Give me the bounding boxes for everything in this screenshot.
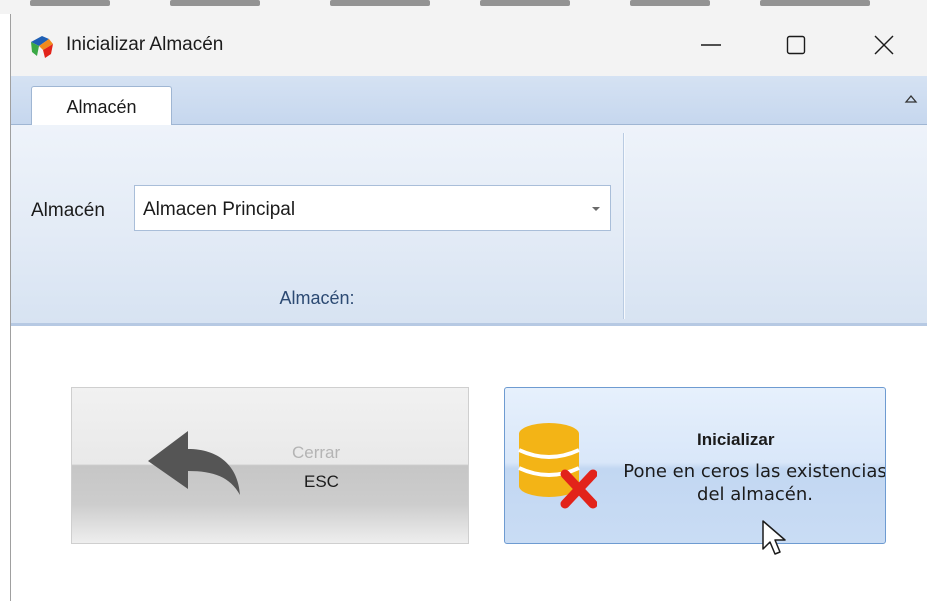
cerrar-shortcut: ESC xyxy=(304,472,339,491)
mouse-cursor-icon xyxy=(762,520,786,555)
window-title: Inicializar Almacén xyxy=(66,34,224,55)
tab-almacen[interactable]: Almacén xyxy=(31,86,172,125)
background-text xyxy=(480,0,570,6)
app-logo-icon xyxy=(29,34,55,60)
maximize-icon xyxy=(786,35,806,55)
almacen-field-label: Almacén xyxy=(31,200,105,221)
minimize-icon xyxy=(701,44,721,46)
title-bar[interactable]: Inicializar Almacén xyxy=(11,14,927,76)
minimize-button[interactable] xyxy=(671,14,751,76)
collapse-ribbon-icon[interactable] xyxy=(904,93,918,105)
inicializar-button[interactable]: Inicializar Pone en ceros las existencia… xyxy=(504,387,886,544)
dialog-window: Inicializar Almacén Almacén Almacén Alma… xyxy=(10,14,927,601)
background-text xyxy=(30,0,110,6)
background-text xyxy=(630,0,710,6)
ribbon-group-label: Almacén: xyxy=(279,288,355,308)
ribbon-panel: Almacén Almacen Principal Almacén: xyxy=(11,125,927,326)
almacen-combobox-value: Almacen Principal xyxy=(143,199,296,220)
cerrar-button[interactable]: Cerrar ESC xyxy=(71,387,469,544)
almacen-combobox[interactable]: Almacen Principal xyxy=(134,185,611,231)
inicializar-description: Pone en ceros las existencias del almacé… xyxy=(623,461,886,505)
cerrar-label: Cerrar xyxy=(292,443,341,462)
database-delete-icon xyxy=(518,423,597,509)
background-text xyxy=(760,0,870,6)
back-arrow-icon xyxy=(148,431,240,495)
ribbon-group-separator xyxy=(623,133,624,319)
ribbon-tab-bar: Almacén xyxy=(11,76,927,125)
tab-label: Almacén xyxy=(66,97,137,117)
background-text xyxy=(330,0,430,6)
maximize-button[interactable] xyxy=(756,14,836,76)
dropdown-arrow-icon[interactable] xyxy=(592,207,600,211)
background-text xyxy=(170,0,260,6)
background-window-strip xyxy=(0,0,927,14)
close-icon xyxy=(874,35,894,55)
close-button[interactable] xyxy=(844,14,924,76)
inicializar-title: Inicializar xyxy=(697,430,775,449)
